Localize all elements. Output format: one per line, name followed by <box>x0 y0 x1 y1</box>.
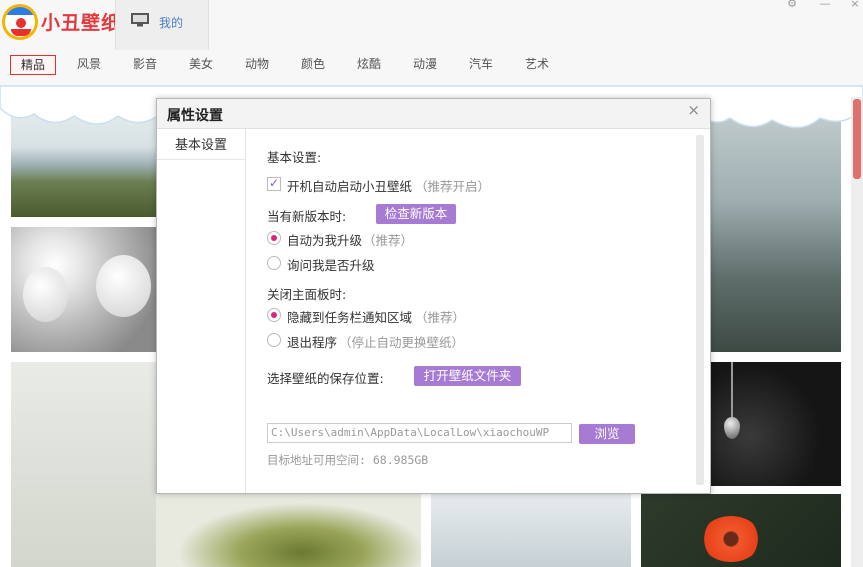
wallpaper-thumb-light[interactable] <box>11 362 156 567</box>
category-meinv[interactable]: 美女 <box>178 55 224 75</box>
exit-program-radio[interactable] <box>267 333 281 347</box>
basic-heading: 基本设置: <box>267 150 322 165</box>
dialog-sidebar: 基本设置 <box>157 129 246 493</box>
category-yishu[interactable]: 艺术 <box>514 55 560 75</box>
category-jingpin[interactable]: 精品 <box>10 55 56 75</box>
dialog-body: 基本设置: ✓ 开机自动启动小丑壁纸 （推荐开启） 当有新版本时: 检查新版本 … <box>247 129 695 493</box>
hide-to-tray-hint: （推荐） <box>415 310 466 325</box>
category-qiche[interactable]: 汽车 <box>458 55 504 75</box>
top-bar: 小丑壁纸 我的 ⚙ — × <box>0 0 863 50</box>
save-path-field[interactable]: C:\Users\admin\AppData\LocalLow\xiaochou… <box>267 423 572 443</box>
auto-upgrade-label: 自动为我升级 <box>287 233 363 248</box>
wallpaper-thumb-pineapple[interactable] <box>156 494 421 567</box>
minimize-icon[interactable]: — <box>815 0 835 10</box>
category-dongwu[interactable]: 动物 <box>234 55 280 75</box>
category-dongman[interactable]: 动漫 <box>402 55 448 75</box>
browse-button[interactable]: 浏览 <box>579 424 635 444</box>
open-folder-button[interactable]: 打开壁纸文件夹 <box>414 366 521 386</box>
category-fengjing[interactable]: 风景 <box>66 55 112 75</box>
category-yingyin[interactable]: 影音 <box>122 55 168 75</box>
ask-upgrade-label: 询问我是否升级 <box>287 258 375 273</box>
auto-upgrade-hint: （推荐） <box>363 233 414 248</box>
wallpaper-thumb-egg-figures[interactable] <box>11 227 156 352</box>
wallpaper-thumb-pendant[interactable] <box>711 362 841 486</box>
wallpaper-thumb-flower[interactable] <box>641 494 841 567</box>
close-panel-heading: 关闭主面板时: <box>267 287 347 302</box>
hide-to-tray-label: 隐藏到任务栏通知区域 <box>287 310 413 325</box>
hide-to-tray-radio[interactable] <box>267 308 281 322</box>
dialog-title-bar: 属性设置 × <box>157 99 710 129</box>
auto-upgrade-radio[interactable] <box>267 231 281 245</box>
clown-logo-icon <box>2 4 38 40</box>
app-logo: 小丑壁纸 <box>0 3 120 43</box>
tab-mine[interactable]: 我的 <box>115 0 209 50</box>
free-space-label: 目标地址可用空间: 68.985GB <box>267 453 429 467</box>
properties-dialog: 属性设置 × 基本设置 基本设置: ✓ 开机自动启动小丑壁纸 （推荐开启） 当有… <box>156 98 711 494</box>
main-scrollbar[interactable] <box>851 97 863 567</box>
update-heading: 当有新版本时: <box>267 209 347 224</box>
monitor-icon <box>131 13 149 27</box>
save-heading: 选择壁纸的保存位置: <box>267 371 384 386</box>
ask-upgrade-radio[interactable] <box>267 256 281 270</box>
close-window-icon[interactable]: × <box>845 0 863 10</box>
exit-program-label: 退出程序 <box>287 335 338 350</box>
category-yanse[interactable]: 颜色 <box>290 55 336 75</box>
autostart-checkbox[interactable]: ✓ <box>267 176 281 191</box>
close-icon[interactable]: × <box>687 101 700 119</box>
check-update-button[interactable]: 检查新版本 <box>376 204 456 224</box>
autostart-hint: （推荐开启） <box>415 179 491 194</box>
autostart-label: 开机自动启动小丑壁纸 <box>287 179 413 194</box>
category-xuanku[interactable]: 炫酷 <box>346 55 392 75</box>
sidebar-item-basic[interactable]: 基本设置 <box>157 132 245 160</box>
settings-gear-icon[interactable]: ⚙ <box>782 0 802 10</box>
wallpaper-thumb-fog[interactable] <box>431 494 631 567</box>
dialog-scrollbar[interactable] <box>696 135 704 485</box>
main-scrollbar-thumb[interactable] <box>853 99 861 179</box>
check-icon: ✓ <box>269 176 280 190</box>
app-name: 小丑壁纸 <box>41 12 122 34</box>
dialog-title: 属性设置 <box>167 108 223 124</box>
tab-mine-label: 我的 <box>159 16 184 30</box>
exit-program-hint: （停止自动更换壁纸） <box>339 335 465 350</box>
